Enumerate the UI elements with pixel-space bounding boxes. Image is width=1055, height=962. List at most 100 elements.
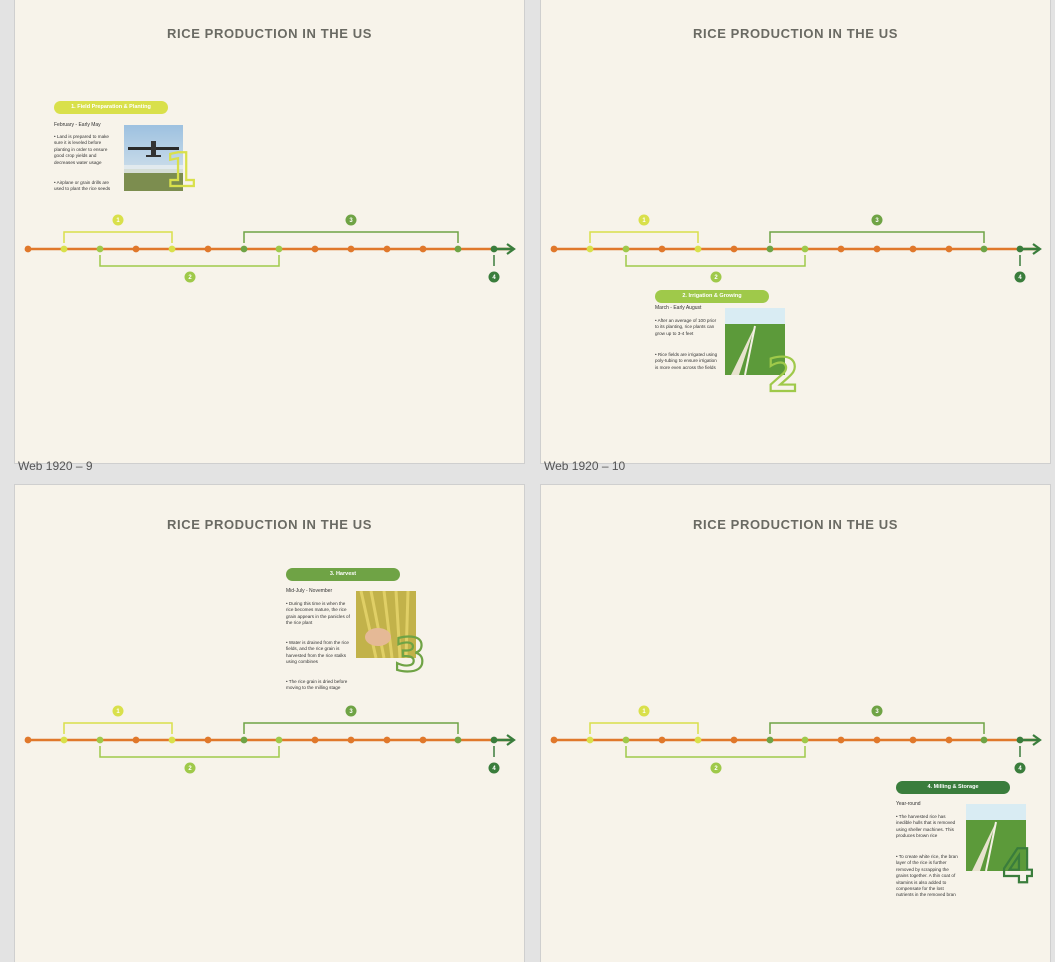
timeline-dot bbox=[658, 245, 666, 253]
card-bullet: • Rice fields are irrigated using poly-t… bbox=[655, 352, 718, 370]
card-irrigation-growing: 2. Irrigation & Growing March - Early Au… bbox=[655, 290, 805, 400]
phase-bracket-1 bbox=[63, 231, 173, 243]
timeline-dot bbox=[837, 736, 845, 744]
phase-bracket-2 bbox=[99, 746, 280, 758]
timeline-dot bbox=[347, 736, 355, 744]
timeline-dot bbox=[550, 736, 558, 744]
timeline-dot bbox=[801, 736, 809, 744]
step-number-4: 4 bbox=[1001, 839, 1035, 893]
timeline-dot bbox=[204, 736, 212, 744]
timeline-dot bbox=[60, 245, 68, 253]
timeline-dot bbox=[766, 736, 774, 744]
timeline-dot bbox=[586, 245, 594, 253]
card-milling-storage: 4. Milling & Storage Year-round • The ha… bbox=[896, 781, 1046, 931]
timeline-dot bbox=[980, 736, 988, 744]
card-date: March - Early August bbox=[655, 305, 702, 311]
card-bullet: • Land is prepared to make sure it is le… bbox=[54, 134, 109, 165]
timeline-dot bbox=[419, 245, 427, 253]
artboard-2[interactable]: RICE PRODUCTION IN THE US 1234 2. Irriga… bbox=[540, 0, 1051, 464]
timeline-dot bbox=[945, 736, 953, 744]
timeline-dot bbox=[311, 736, 319, 744]
timeline-dot bbox=[873, 245, 881, 253]
artboard-3[interactable]: RICE PRODUCTION IN THE US 1234 3. Harves… bbox=[14, 484, 525, 962]
timeline-dot bbox=[873, 736, 881, 744]
card-bullet: • During this time is when the rice beco… bbox=[286, 601, 350, 626]
timeline-dot bbox=[730, 736, 738, 744]
timeline-dot bbox=[96, 245, 104, 253]
timeline-dot bbox=[909, 736, 917, 744]
timeline-dot bbox=[275, 245, 283, 253]
card-harvest: 3. Harvest Mid-July - November • During … bbox=[286, 568, 436, 698]
timeline-dot bbox=[622, 736, 630, 744]
timeline-dot bbox=[383, 736, 391, 744]
timeline-dot bbox=[419, 736, 427, 744]
phase-bracket-2 bbox=[99, 255, 280, 267]
timeline-dot bbox=[766, 245, 774, 253]
phase-bracket-2 bbox=[625, 746, 806, 758]
timeline-dot bbox=[730, 245, 738, 253]
timeline: 1234 bbox=[24, 214, 516, 283]
timeline-dot bbox=[96, 736, 104, 744]
card-date: February - Early May bbox=[54, 122, 101, 128]
timeline-dot bbox=[694, 736, 702, 744]
phase-bracket-2 bbox=[625, 255, 806, 267]
timeline-dot bbox=[60, 736, 68, 744]
card-bullet: • After an average of 100 prior to its p… bbox=[655, 318, 717, 336]
card-date: Year-round bbox=[896, 801, 921, 807]
card-date: Mid-July - November bbox=[286, 588, 333, 594]
step-number-3: 3 bbox=[393, 628, 427, 682]
timeline-dot bbox=[275, 736, 283, 744]
card-bullet: • Airplane or grain drills are used to p… bbox=[54, 180, 111, 192]
timeline-dot bbox=[454, 245, 462, 253]
timeline-dot bbox=[311, 245, 319, 253]
timeline-dot bbox=[490, 245, 498, 253]
timeline-dot bbox=[980, 245, 988, 253]
step-number-2: 2 bbox=[766, 348, 800, 402]
timeline-dot bbox=[204, 245, 212, 253]
timeline-dot bbox=[490, 736, 498, 744]
timeline-dot bbox=[132, 245, 140, 253]
timeline-dot bbox=[24, 736, 32, 744]
timeline-dot bbox=[658, 736, 666, 744]
timeline-dot bbox=[132, 736, 140, 744]
card-bullet: • Water is drained from the rice fields,… bbox=[286, 640, 349, 665]
card-field-preparation: 1. Field Preparation & Planting February… bbox=[54, 101, 204, 211]
timeline-dot bbox=[383, 245, 391, 253]
timeline-dot bbox=[240, 245, 248, 253]
timeline-dot bbox=[1016, 245, 1024, 253]
artboard-1[interactable]: RICE PRODUCTION IN THE US 1234 1. Field … bbox=[14, 0, 525, 464]
card-title-pill: 3. Harvest bbox=[286, 568, 400, 581]
timeline-dot bbox=[945, 245, 953, 253]
phase-bracket-3 bbox=[243, 231, 459, 243]
timeline-dot bbox=[1016, 736, 1024, 744]
card-bullet: • The harvested rice has inedible hulls … bbox=[896, 814, 956, 839]
card-bullet: • To create white rice, the bran layer o… bbox=[896, 854, 958, 898]
phase-bracket-1 bbox=[589, 231, 699, 243]
phase-bracket-3 bbox=[243, 722, 459, 734]
artboard-4[interactable]: RICE PRODUCTION IN THE US 1234 4. Millin… bbox=[540, 484, 1051, 962]
timeline: 1234 bbox=[24, 705, 516, 774]
timeline-dot bbox=[586, 736, 594, 744]
timeline-dot bbox=[24, 245, 32, 253]
step-number-1: 1 bbox=[164, 143, 198, 197]
timeline-dot bbox=[909, 245, 917, 253]
timeline-dot bbox=[837, 245, 845, 253]
card-title-pill: 4. Milling & Storage bbox=[896, 781, 1010, 794]
timeline-dot bbox=[550, 245, 558, 253]
phase-bracket-3 bbox=[769, 722, 985, 734]
timeline-dot bbox=[240, 736, 248, 744]
phase-bracket-1 bbox=[589, 722, 699, 734]
timeline-dot bbox=[801, 245, 809, 253]
phase-bracket-1 bbox=[63, 722, 173, 734]
artboard-label[interactable]: Web 1920 – 10 bbox=[544, 459, 625, 473]
card-title-pill: 2. Irrigation & Growing bbox=[655, 290, 769, 303]
timeline-dot bbox=[622, 245, 630, 253]
timeline-dot bbox=[168, 245, 176, 253]
timeline-dot bbox=[454, 736, 462, 744]
timeline-dot bbox=[347, 245, 355, 253]
artboard-label[interactable]: Web 1920 – 9 bbox=[18, 459, 93, 473]
timeline-dot bbox=[168, 736, 176, 744]
card-bullet: • The rice grain is dried before moving … bbox=[286, 679, 348, 691]
timeline-dot bbox=[694, 245, 702, 253]
phase-bracket-3 bbox=[769, 231, 985, 243]
